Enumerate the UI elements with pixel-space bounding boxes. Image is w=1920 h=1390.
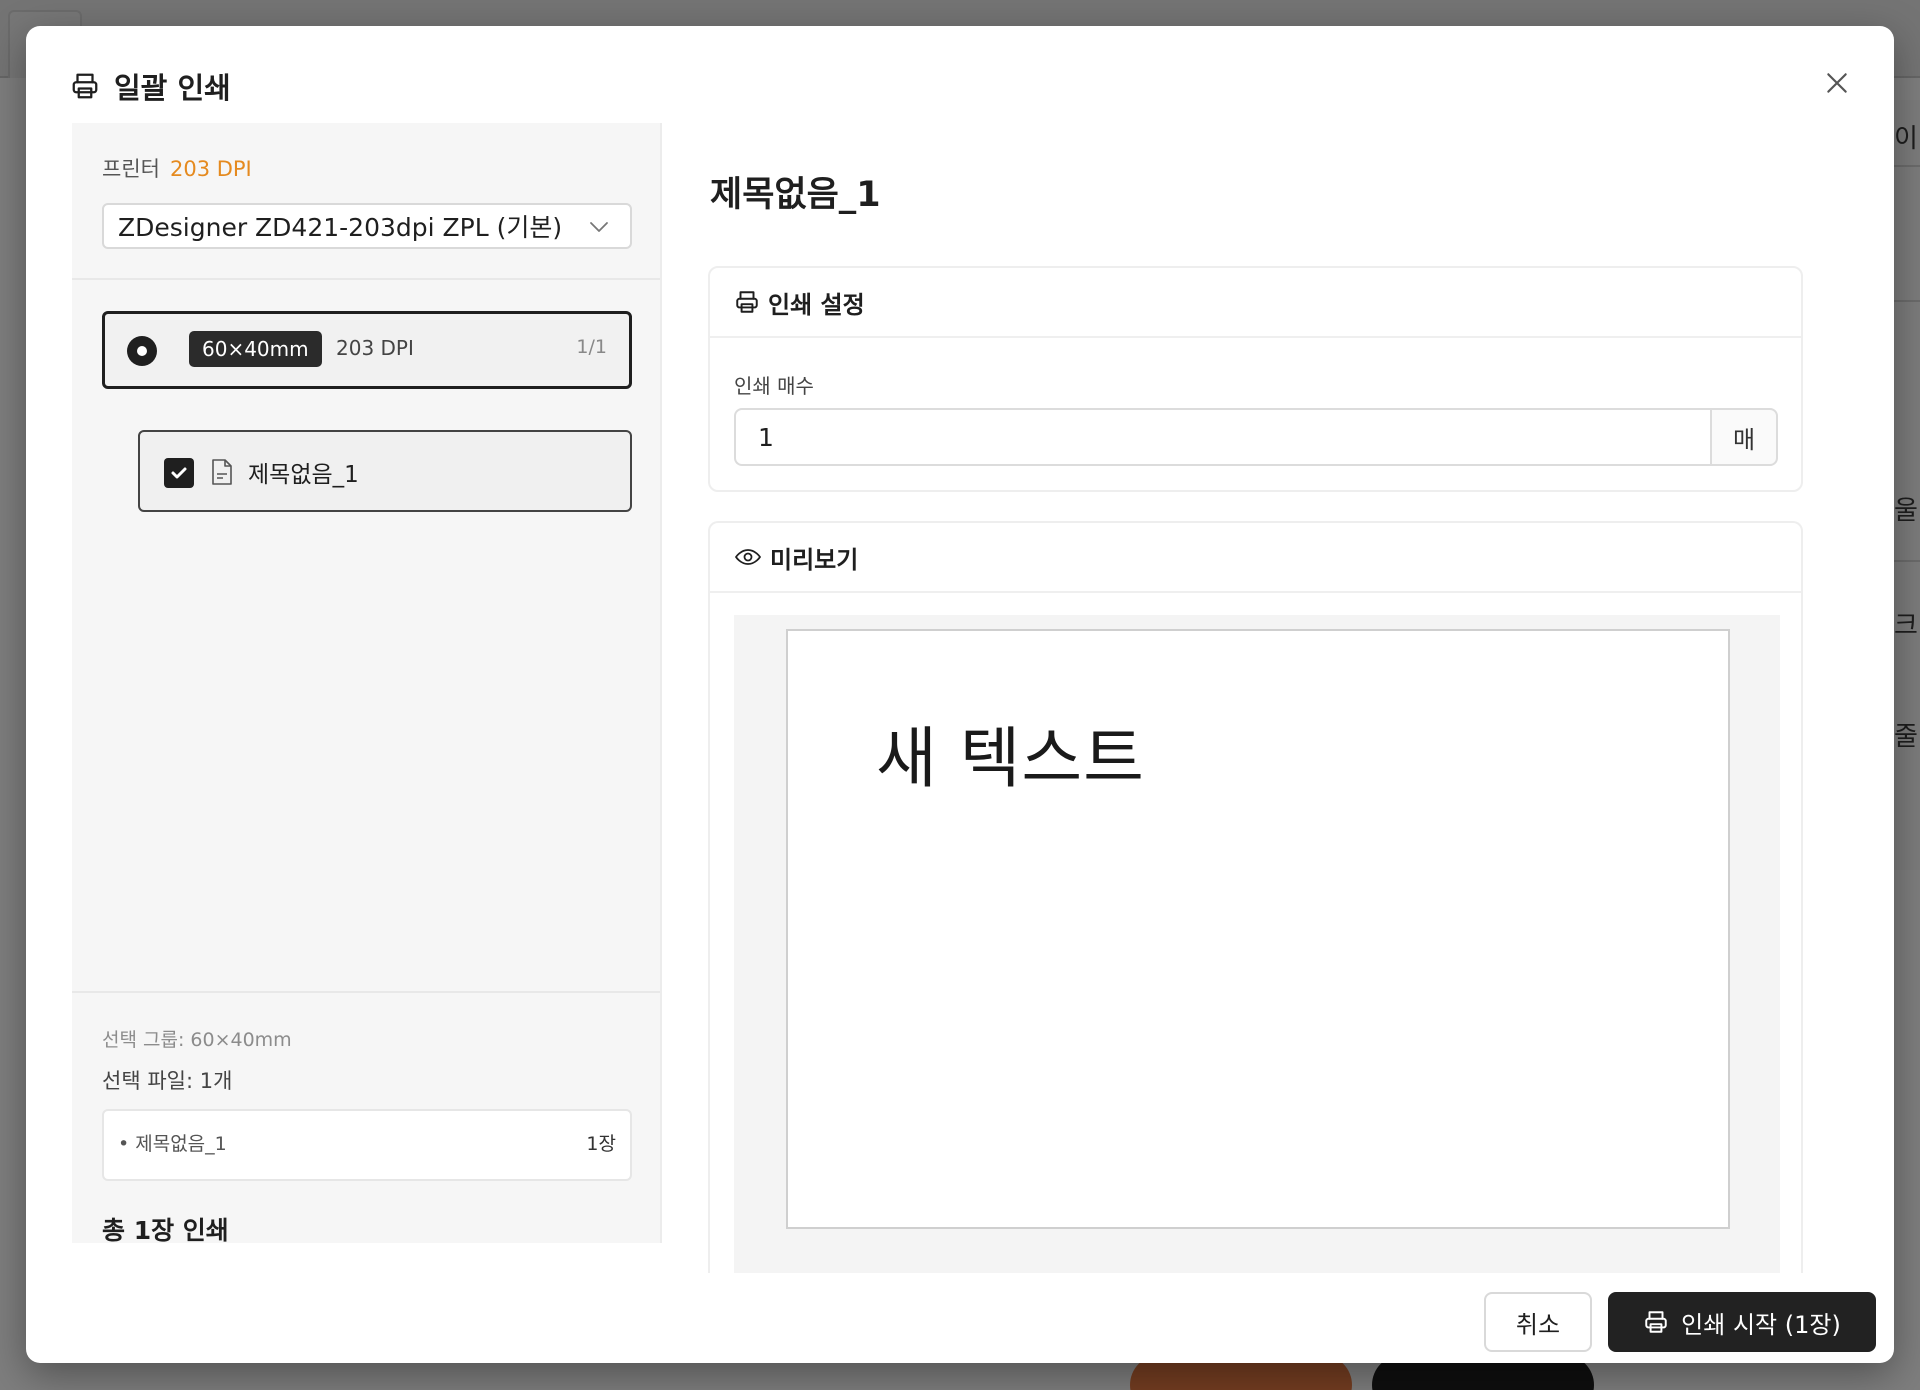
group-radio[interactable] bbox=[127, 336, 157, 366]
label-preview: 새 텍스트 bbox=[786, 629, 1730, 1229]
printer-label: 프린터 bbox=[102, 157, 160, 181]
copies-label: 인쇄 매수 bbox=[734, 374, 814, 398]
preview-card: 미리보기 새 텍스트 bbox=[708, 521, 1803, 1273]
close-icon bbox=[1827, 73, 1847, 93]
summary-list: • 제목없음_1 1장 bbox=[102, 1109, 632, 1181]
document-icon bbox=[212, 459, 232, 485]
printer-section: 프린터 203 DPI ZDesigner ZD421-203dpi ZPL (기… bbox=[72, 123, 660, 280]
file-checkbox[interactable] bbox=[164, 458, 194, 488]
summary-files: 선택 파일: 1개 bbox=[102, 1069, 233, 1093]
summary-group: 선택 그룹: 60×40mm bbox=[102, 1029, 292, 1051]
check-icon bbox=[171, 467, 187, 479]
group-dpi: 203 DPI bbox=[336, 336, 414, 360]
chevron-down-icon bbox=[590, 222, 608, 232]
preview-area: 새 텍스트 bbox=[734, 615, 1780, 1273]
cancel-button[interactable]: 취소 bbox=[1484, 1292, 1592, 1352]
file-item[interactable]: 제목없음_1 bbox=[138, 430, 632, 512]
dialog-header: 일괄 인쇄 bbox=[70, 62, 231, 110]
batch-print-dialog: 일괄 인쇄 프린터 203 DPI ZDesigner ZD421-203dpi … bbox=[26, 26, 1894, 1363]
group-size-badge: 60×40mm bbox=[189, 331, 322, 367]
printer-icon bbox=[1645, 1311, 1667, 1333]
print-settings-title: 인쇄 설정 bbox=[768, 290, 865, 319]
close-button[interactable] bbox=[1814, 60, 1860, 106]
printer-dpi: 203 DPI bbox=[169, 157, 252, 181]
summary-item-count: 1장 bbox=[586, 1133, 616, 1155]
label-text: 새 텍스트 bbox=[876, 720, 1145, 797]
copies-input[interactable] bbox=[734, 408, 1710, 466]
copies-unit: 매 bbox=[1710, 408, 1778, 466]
print-settings-card: 인쇄 설정 인쇄 매수 매 bbox=[708, 266, 1803, 492]
document-title: 제목없음_1 bbox=[710, 175, 881, 215]
printer-select-value: ZDesigner ZD421-203dpi ZPL (기본) bbox=[118, 213, 563, 242]
file-name: 제목없음_1 bbox=[248, 462, 359, 488]
group-count: 1/1 bbox=[576, 336, 607, 358]
printer-select[interactable]: ZDesigner ZD421-203dpi ZPL (기본) bbox=[102, 203, 632, 249]
dialog-title: 일괄 인쇄 bbox=[114, 71, 231, 105]
selection-summary: 선택 그룹: 60×40mm 선택 파일: 1개 • 제목없음_1 1장 총 1… bbox=[72, 991, 660, 1245]
printer-icon bbox=[736, 291, 758, 313]
label-group-item[interactable]: 60×40mm 203 DPI 1/1 bbox=[102, 311, 632, 389]
print-settings-header: 인쇄 설정 bbox=[710, 268, 1801, 338]
start-print-label: 인쇄 시작 (1장) bbox=[1681, 1310, 1841, 1339]
eye-icon bbox=[735, 549, 761, 565]
preview-title: 미리보기 bbox=[770, 545, 859, 574]
printer-label-row: 프린터 203 DPI bbox=[102, 153, 252, 183]
summary-total: 총 1장 인쇄 bbox=[102, 1216, 229, 1245]
left-panel: 프린터 203 DPI ZDesigner ZD421-203dpi ZPL (기… bbox=[72, 123, 662, 1245]
preview-header: 미리보기 bbox=[710, 523, 1801, 593]
summary-item-name: • 제목없음_1 bbox=[118, 1133, 227, 1155]
printer-icon bbox=[72, 73, 98, 99]
start-print-button[interactable]: 인쇄 시작 (1장) bbox=[1608, 1292, 1876, 1352]
